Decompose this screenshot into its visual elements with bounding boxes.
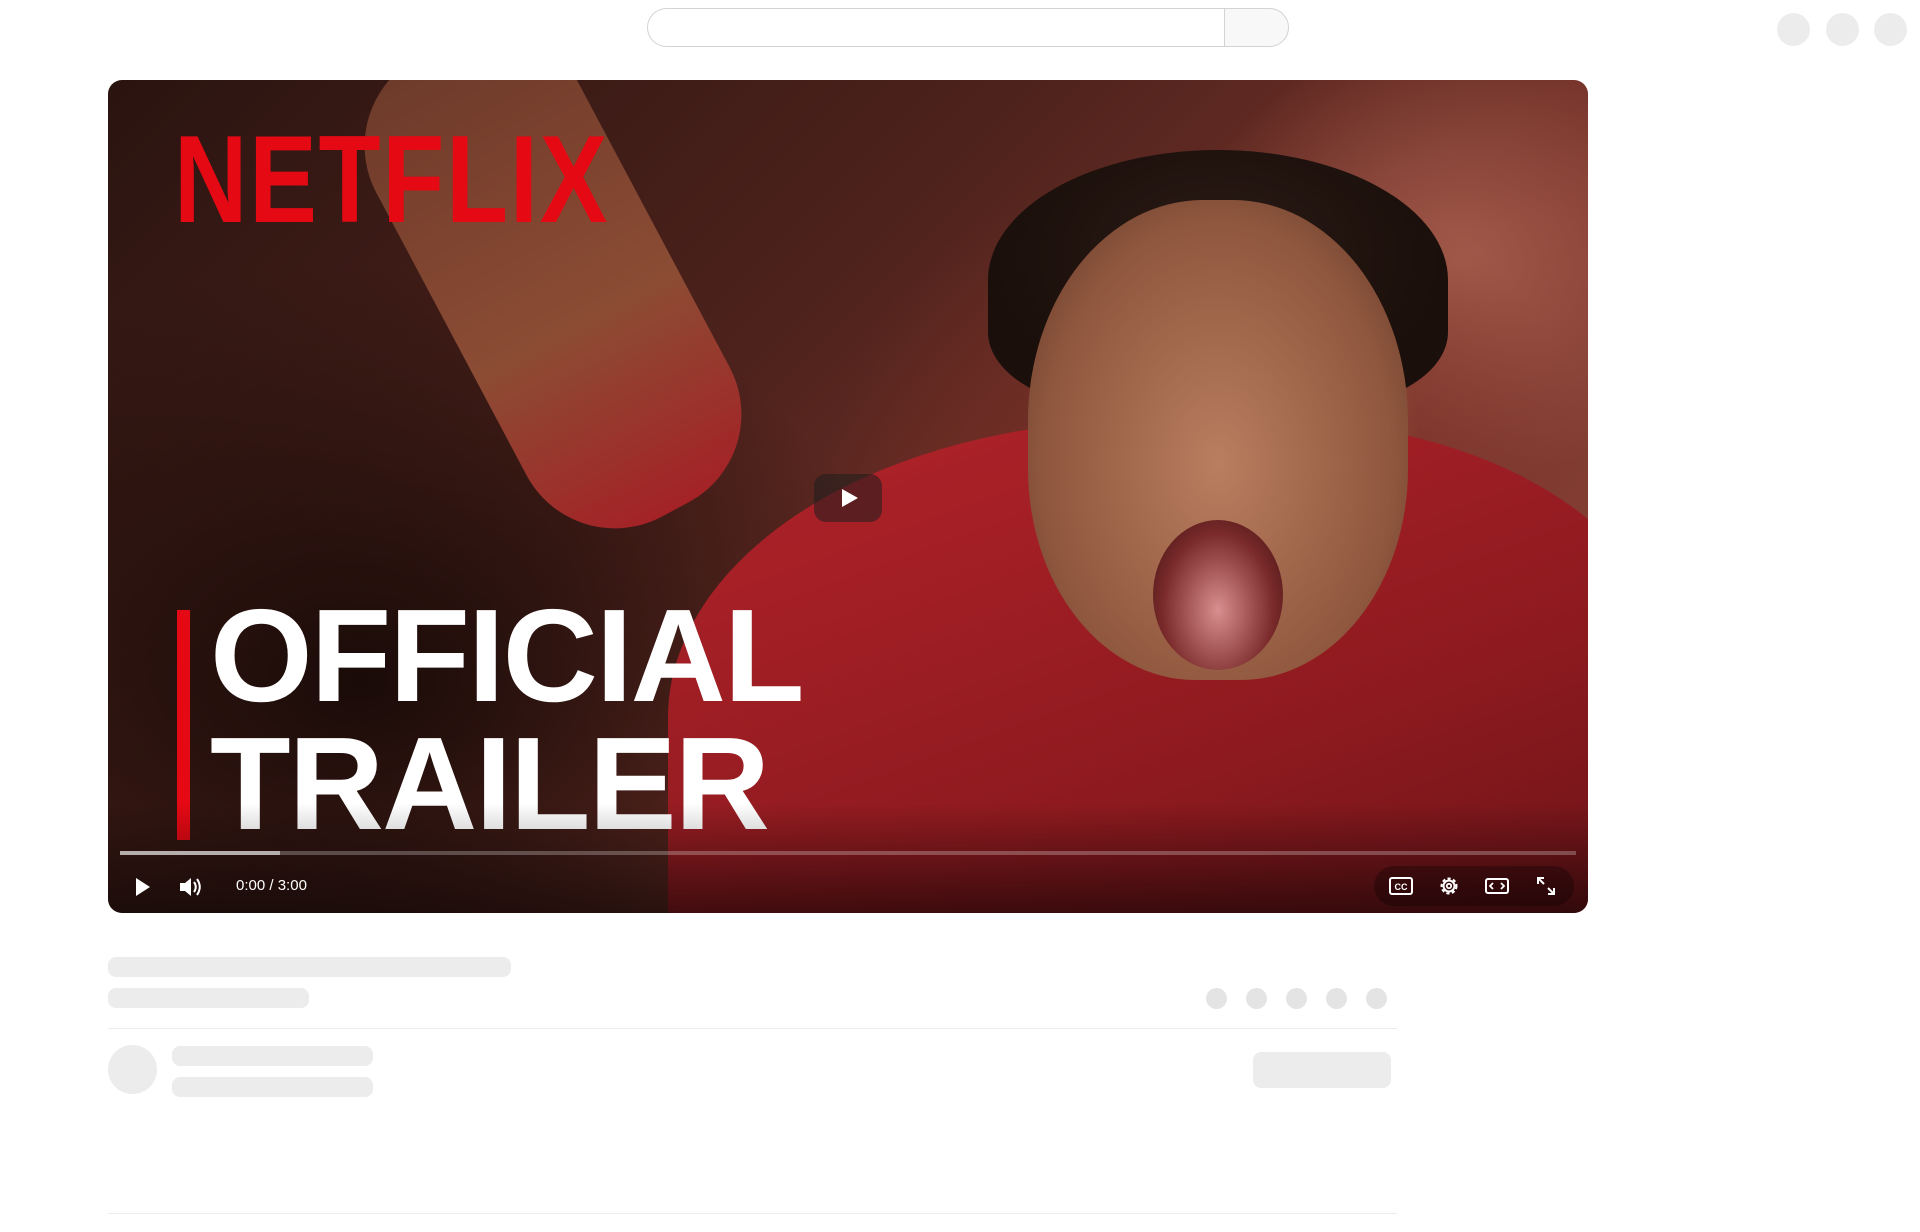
video-meta-placeholder [108,988,309,1008]
video-player[interactable]: NETFLIX OFFICIAL TRAILER 0:00 / 3:00 CC [108,80,1588,913]
total-time: 3:00 [277,877,307,894]
top-icon-placeholder[interactable] [1826,13,1859,46]
play-button[interactable] [130,875,154,899]
theater-mode-icon [1485,878,1509,894]
closed-captions-icon: CC [1389,877,1413,895]
buffered-progress [120,851,281,855]
time-separator: / [265,877,278,894]
avatar[interactable] [108,1045,157,1094]
search-input[interactable] [647,8,1224,47]
action-placeholder[interactable] [1206,988,1227,1009]
controls-gradient [108,803,1588,913]
settings-gear-icon [1440,877,1458,895]
video-frame-mouth [1153,520,1283,670]
svg-text:CC: CC [1395,882,1408,892]
large-play-button[interactable] [814,474,882,522]
time-display: 0:00 / 3:00 [236,877,307,894]
fullscreen-icon [1537,877,1555,895]
divider [108,1213,1397,1214]
subscribe-button-placeholder[interactable] [1253,1052,1391,1088]
top-icon-placeholder[interactable] [1777,13,1810,46]
progress-bar[interactable] [120,851,1576,855]
top-icon-placeholder[interactable] [1874,13,1907,46]
action-placeholder[interactable] [1366,988,1387,1009]
search-button[interactable] [1224,8,1289,47]
divider [108,1028,1397,1029]
settings-button[interactable] [1437,874,1461,898]
volume-button[interactable] [178,875,204,899]
video-title-placeholder [108,957,511,977]
volume-icon [180,878,201,896]
channel-name-placeholder [172,1046,373,1066]
theater-mode-button[interactable] [1484,874,1510,898]
action-placeholder[interactable] [1246,988,1267,1009]
subscriber-count-placeholder [172,1077,373,1097]
action-placeholder[interactable] [1286,988,1307,1009]
netflix-logo: NETFLIX [174,111,610,249]
play-icon [136,878,150,896]
current-time: 0:00 [236,877,266,894]
action-placeholder[interactable] [1326,988,1347,1009]
captions-button[interactable]: CC [1388,874,1414,898]
fullscreen-button[interactable] [1534,874,1558,898]
